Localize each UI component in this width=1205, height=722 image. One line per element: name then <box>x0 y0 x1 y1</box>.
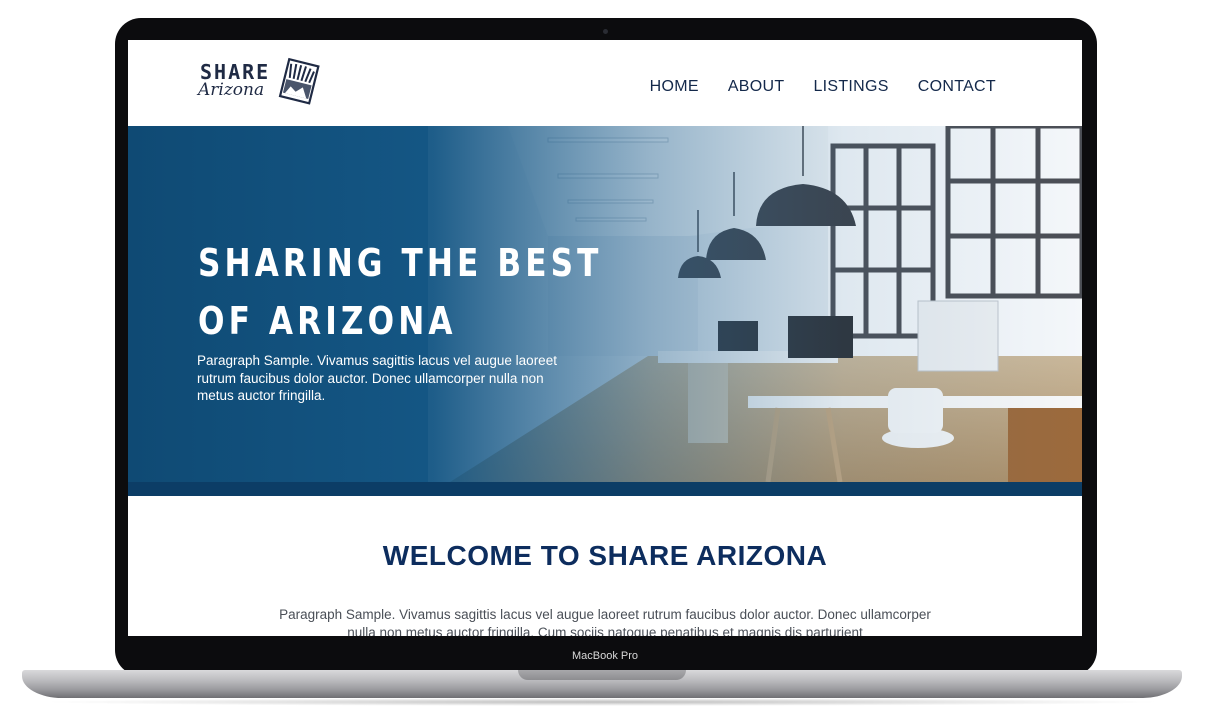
nav-listings[interactable]: LISTINGS <box>813 78 888 96</box>
logo-script: Arizona <box>198 80 265 100</box>
nav-home[interactable]: HOME <box>650 78 699 96</box>
device-label: MacBook Pro <box>571 650 639 662</box>
hero-bottom-bar <box>128 482 1082 496</box>
nav-about[interactable]: ABOUT <box>728 78 785 96</box>
camera-icon <box>603 29 608 34</box>
main-nav: HOME ABOUT LISTINGS CONTACT <box>650 78 996 96</box>
arizona-sunburst-icon <box>278 57 320 105</box>
laptop-hinge-notch <box>518 670 686 680</box>
welcome-heading: WELCOME TO SHARE ARIZONA <box>382 540 828 571</box>
hero-paragraph: Paragraph Sample. Vivamus sagittis lacus… <box>197 353 557 403</box>
laptop-screen: SHARE Arizona HOME ABOUT LISTINGS CONTAC… <box>128 40 1082 636</box>
site-header: SHARE Arizona HOME ABOUT LISTINGS CONTAC… <box>128 40 1082 126</box>
hero-title-line-1: SHARING THE BEST <box>198 241 603 285</box>
site-logo[interactable]: SHARE Arizona <box>198 56 323 116</box>
nav-contact[interactable]: CONTACT <box>918 78 996 96</box>
hero-banner: SHARING THE BEST OF ARIZONA Paragraph Sa… <box>128 126 1082 496</box>
hero-title: SHARING THE BEST OF ARIZONA <box>198 234 624 350</box>
welcome-paragraph: Paragraph Sample. Vivamus sagittis lacus… <box>279 607 931 636</box>
hero-title-line-2: OF ARIZONA <box>198 299 457 343</box>
laptop-shadow <box>40 698 1165 706</box>
